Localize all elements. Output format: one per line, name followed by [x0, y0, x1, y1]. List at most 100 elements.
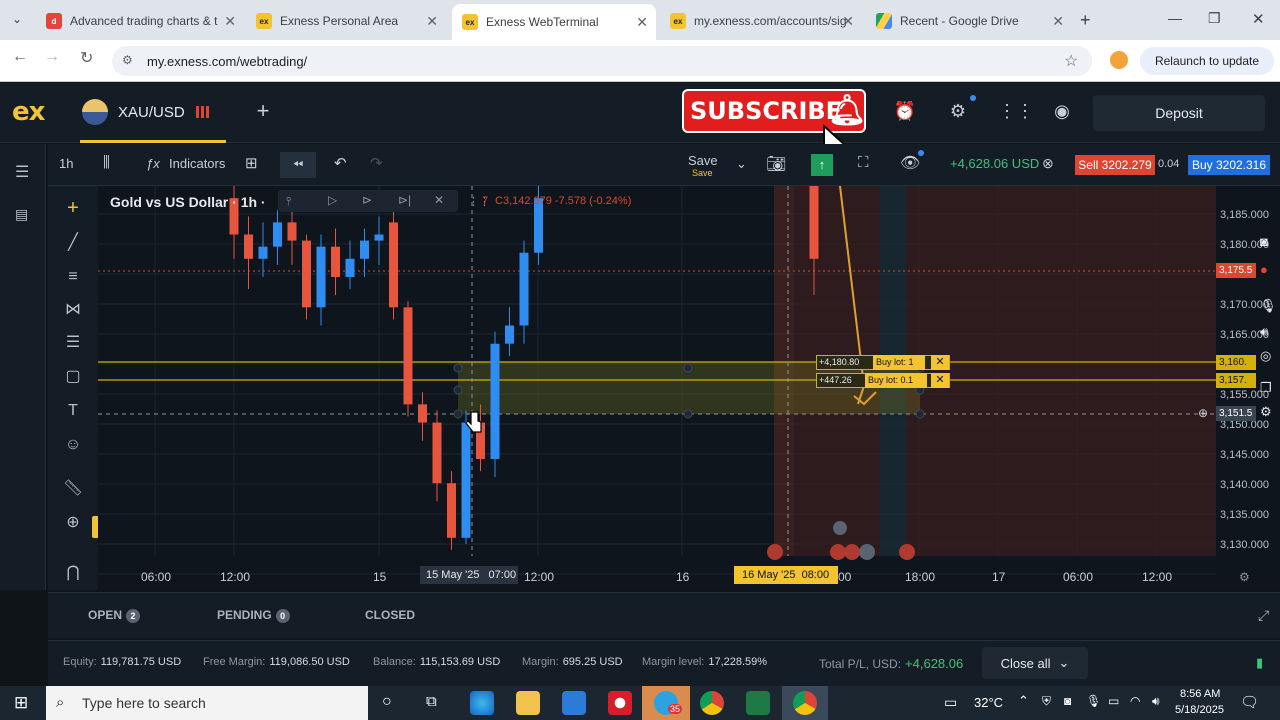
settings-gear-icon[interactable]: ⚙ — [1260, 404, 1272, 420]
volume-icon[interactable]: 🔊︎ — [1152, 694, 1160, 709]
excel-icon[interactable] — [746, 691, 770, 715]
close-icon[interactable]: ✕ — [931, 355, 949, 370]
close-icon[interactable]: ✕ — [636, 14, 648, 31]
skip-end-icon[interactable]: ⊳| — [398, 193, 411, 207]
camera-icon[interactable]: 📷︎ — [766, 154, 786, 174]
save-button[interactable]: Save — [688, 153, 718, 168]
edge-icon[interactable] — [470, 691, 494, 715]
new-tab-icon[interactable]: + — [1080, 10, 1091, 31]
emoji-icon[interactable]: ☺ — [62, 434, 84, 456]
bookmark-star-icon[interactable]: ☆ — [1064, 51, 1078, 71]
relaunch-button[interactable]: Relaunch to update — [1140, 47, 1274, 75]
ruler-icon[interactable]: 📏︎ — [62, 478, 84, 500]
close-positions-icon[interactable]: ⊗ — [1042, 155, 1054, 172]
forward-icon[interactable]: → — [44, 48, 60, 66]
tray-security-icon[interactable]: ⛨ — [1042, 694, 1051, 709]
close-icon[interactable]: ✕ — [842, 13, 854, 30]
site-info-icon[interactable]: ⚙ — [122, 53, 133, 67]
magnet-icon[interactable]: ⋂ — [62, 562, 84, 584]
timeframe-select[interactable]: 1h — [59, 156, 73, 171]
menu-list-icon[interactable]: ☰ — [15, 162, 29, 182]
file-explorer-icon[interactable] — [516, 691, 540, 715]
store-icon[interactable] — [562, 691, 586, 715]
mic-icon[interactable]: 🎙︎ — [1260, 298, 1277, 314]
volume-icon[interactable]: 🔊︎ — [1260, 324, 1268, 340]
buy-button[interactable]: Buy 3202.316 — [1188, 155, 1270, 175]
chevron-down-icon[interactable]: ⌄ — [736, 156, 747, 172]
tab-exness-accounts[interactable]: ex my.exness.com/accounts/sig ✕ — [660, 6, 862, 36]
step-forward-icon[interactable]: ⊳ — [362, 193, 372, 207]
tab-exness-personal[interactable]: ex Exness Personal Area ✕ — [246, 6, 446, 36]
windows-start-icon[interactable]: ⊞ — [14, 693, 28, 713]
tab-exness-webterminal[interactable]: ex Exness WebTerminal ✕ — [452, 4, 656, 40]
tab-search-icon[interactable]: ⌄ — [12, 12, 22, 26]
upload-icon[interactable]: ↑ — [811, 154, 833, 176]
omnibox[interactable]: ⚙ my.exness.com/webtrading/ — [112, 46, 1092, 76]
chart-settings-icon[interactable]: ⚙ — [1239, 570, 1250, 584]
tab-open[interactable]: OPEN 2 — [88, 608, 141, 623]
apps-grid-icon[interactable]: ⋮⋮ — [998, 99, 1034, 123]
back-icon[interactable]: ← — [12, 48, 28, 66]
rewind-icon[interactable]: ⏪︎ — [280, 152, 316, 178]
chart-canvas[interactable] — [98, 186, 1280, 590]
clock-date[interactable]: 5/18/2025 — [1175, 704, 1224, 716]
replay-icon[interactable]: ⫯ — [286, 194, 291, 209]
chrome-icon[interactable] — [700, 691, 724, 715]
undo-icon[interactable]: ↶ — [334, 154, 347, 172]
minimize-icon[interactable]: — — [1168, 10, 1182, 26]
tab-google-drive[interactable]: Recent - Google Drive ✕ — [866, 6, 1072, 36]
fullscreen-icon[interactable]: ⛶ — [858, 154, 869, 171]
tab-closed[interactable]: CLOSED — [365, 608, 415, 622]
order-label-1[interactable]: +4,180.80 Buy lot: 1 ✕ — [816, 355, 950, 370]
chart-type-icon[interactable]: ⫼ — [103, 154, 110, 171]
cortana-icon[interactable]: ○ — [382, 693, 392, 711]
crosshair-icon[interactable]: + — [62, 197, 84, 219]
webcam-icon[interactable]: ◎ — [1260, 348, 1271, 364]
chrome-icon[interactable] — [793, 691, 817, 715]
fib-icon[interactable]: ☰ — [62, 332, 84, 354]
eye-icon[interactable]: 👁︎ — [900, 153, 920, 173]
reload-icon[interactable]: ↻ — [80, 48, 93, 68]
tray-mic-icon[interactable]: 🎙︎ — [1086, 694, 1101, 708]
tab-pending[interactable]: PENDING 0 — [217, 608, 290, 623]
opera-icon[interactable] — [608, 691, 632, 715]
symbol-tab[interactable]: XAU/USD — [80, 83, 226, 143]
add-symbol-icon[interactable]: + — [251, 99, 275, 123]
redo-icon[interactable]: ↷ — [370, 154, 383, 172]
price-chart[interactable]: Gold vs US Dollar · 1h · ⫯ ▷ ⊳ ⊳| ✕ ⋮⋮ 7… — [98, 186, 1280, 590]
zoom-in-icon[interactable]: ⊕ — [62, 512, 84, 534]
task-view-icon[interactable]: ⧉ — [426, 693, 437, 710]
add-alert-icon[interactable]: ⊕ — [1198, 406, 1208, 420]
close-all-button[interactable]: Close all ⌄ — [982, 647, 1088, 679]
account-icon[interactable]: ◉ — [1050, 99, 1074, 123]
pitchfork-icon[interactable]: ⋈ — [62, 299, 84, 321]
sell-button[interactable]: Sell 3202.279 — [1075, 155, 1155, 175]
replay-close-icon[interactable]: ✕ — [434, 193, 444, 207]
layout-grid-icon[interactable]: ⊞ — [245, 154, 258, 172]
order-label-2[interactable]: +447.26 Buy lot: 0.1 ✕ — [816, 373, 950, 388]
taskbar-search[interactable]: ⌕ Type here to search — [46, 686, 368, 720]
profile-avatar[interactable] — [1110, 51, 1128, 69]
alarm-icon[interactable]: ⏰ — [893, 99, 917, 123]
window-icon[interactable]: ❐ — [1260, 380, 1272, 396]
weather-icon[interactable]: ▭ — [944, 694, 957, 711]
notifications-icon[interactable]: 🗨︎ — [1240, 693, 1259, 711]
deposit-button[interactable]: Deposit — [1093, 95, 1265, 131]
battery-icon[interactable]: ▭ — [1108, 694, 1119, 708]
settings-gear-icon[interactable]: ⚙ — [946, 99, 970, 123]
indicators-button[interactable]: Indicators — [169, 156, 225, 171]
wifi-icon[interactable]: ◠ — [1130, 694, 1140, 708]
close-icon[interactable]: ✕ — [931, 373, 949, 388]
calendar-icon[interactable]: ▤ — [15, 206, 28, 223]
tab-tradingview[interactable]: d Advanced trading charts & t ✕ — [36, 6, 244, 36]
close-icon[interactable]: ✕ — [1052, 13, 1064, 30]
close-icon[interactable]: ✕ — [224, 13, 236, 30]
horizontal-lines-icon[interactable]: ≡ — [62, 266, 84, 288]
restore-icon[interactable]: ❐ — [1208, 10, 1221, 27]
close-icon[interactable]: ✕ — [426, 13, 438, 30]
tray-chevron-icon[interactable]: ⌃ — [1018, 693, 1029, 709]
window-close-icon[interactable]: ✕ — [1252, 10, 1265, 28]
camera-icon[interactable]: ◙ — [1260, 234, 1268, 249]
trendline-icon[interactable]: ╱ — [62, 232, 84, 254]
play-icon[interactable]: ▷ — [328, 193, 337, 207]
